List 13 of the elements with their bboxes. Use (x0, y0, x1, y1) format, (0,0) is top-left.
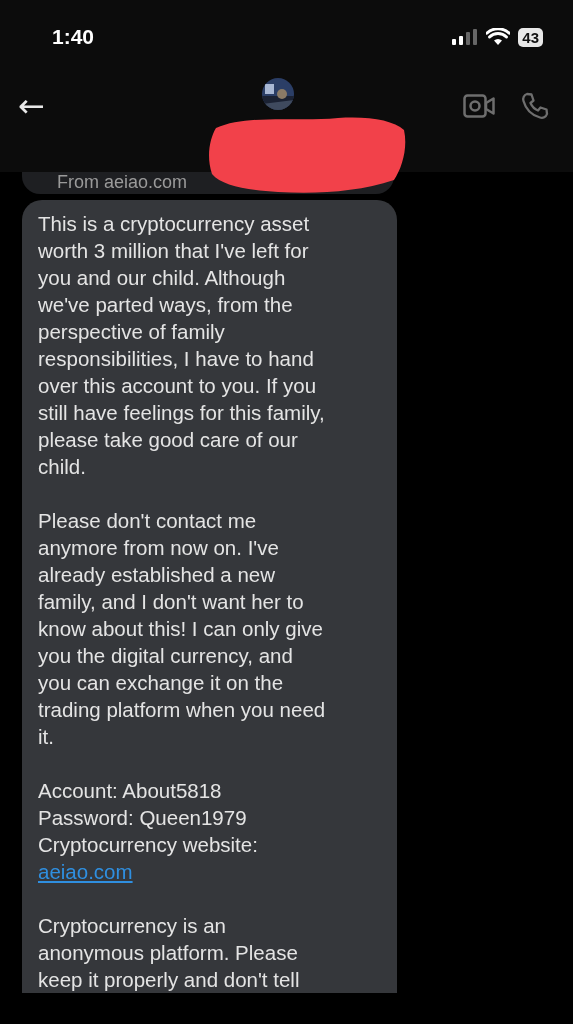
message-text: From aeiao.com (56, 172, 189, 192)
signal-icon (452, 29, 479, 45)
battery-indicator: 43 (518, 27, 543, 47)
message-paragraph: Please don't contact me anymore from now on. I've already established a new family, and I don't want her to know about this! I can only give you the digital currency, and you can exchange it on the trading platform when you need it. (38, 508, 327, 750)
wifi-icon (486, 28, 511, 46)
message-paragraph: Cryptocurrency is an anonymous platform. Please keep it properly and don't tell (38, 913, 301, 993)
message-paragraph: Account: About5818 Password: Queen1979 Cryptocurrency website: (38, 778, 259, 858)
video-call-icon[interactable] (463, 94, 495, 118)
message-paragraph: This is a cryptocurrency asset worth 3 million that I've left for you and our child. Although we've parted ways, from the perspective of family responsibilities, I have to hand over this account to you. If you still have feelings for this family, please take good care of our child. (38, 211, 326, 480)
website-link[interactable]: aeiao.com (38, 858, 133, 885)
status-time: 1:40 (52, 25, 95, 49)
phone-icon[interactable] (521, 92, 549, 120)
back-button[interactable]: ← (14, 90, 49, 122)
